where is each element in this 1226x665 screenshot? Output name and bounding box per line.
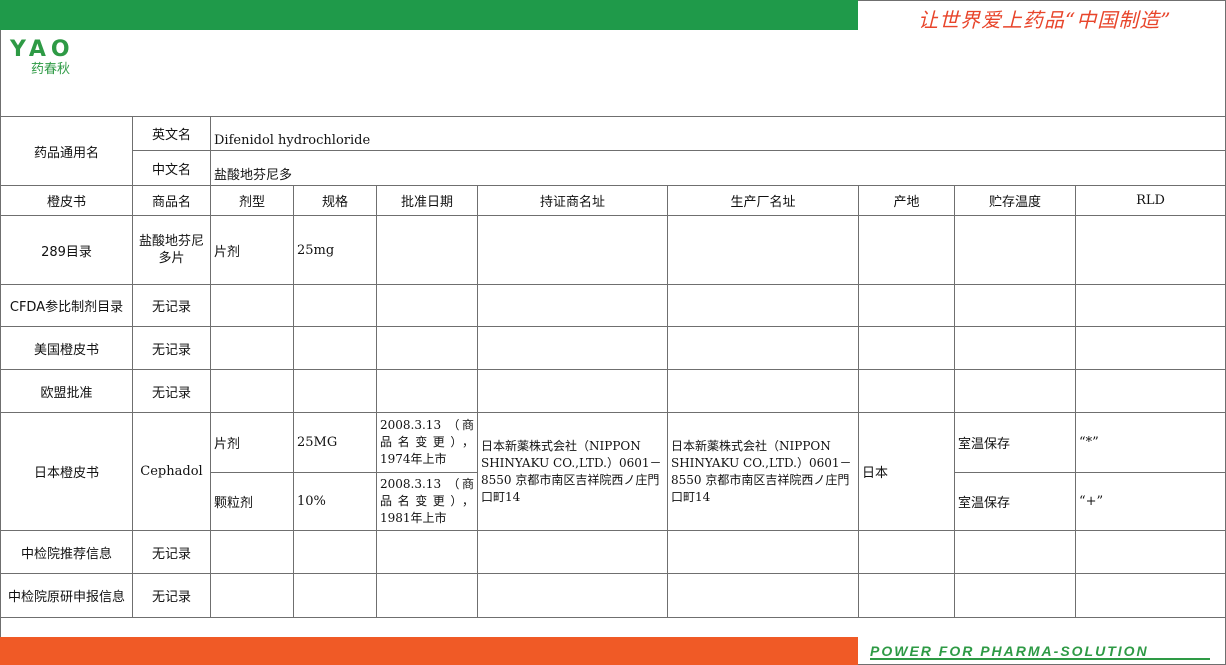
en-name-value: Difenidol hydrochloride	[210, 116, 1226, 151]
yao-logo: YAO 药春秋	[10, 38, 105, 86]
row-trade-name: 无记录	[132, 284, 211, 327]
col-header: 产地	[858, 185, 955, 216]
row-form: 片剂	[210, 412, 294, 473]
header-row: 橙皮书 商品名 剂型 规格 批准日期 持证商名址 生产厂名址 产地 贮存温度 R…	[0, 185, 1226, 216]
en-name-label: 英文名	[132, 116, 211, 151]
row-rld: “+”	[1075, 472, 1226, 531]
table-row: CFDA参比制剂目录 无记录	[0, 284, 1226, 327]
table-row: 中检院推荐信息 无记录	[0, 530, 1226, 574]
col-header: 规格	[293, 185, 377, 216]
top-green-bar	[0, 0, 858, 30]
row-holder-address: 日本新薬株式会社（NIPPON SHINYAKU CO.,LTD.）0601－8…	[477, 412, 668, 531]
col-header: 商品名	[132, 185, 211, 216]
row-source: 289目录	[0, 215, 133, 285]
drug-info-table: 药品通用名 英文名 Difenidol hydrochloride 中文名 盐酸…	[0, 116, 1226, 618]
row-trade-name: 无记录	[132, 530, 211, 574]
header-slogan: 让世界爱上药品“中国制造”	[918, 8, 1172, 32]
col-header: 贮存温度	[954, 185, 1076, 216]
table-row: 日本橙皮书 Cephadol 片剂 25MG 2008.3.13 （商品名变更）…	[0, 412, 1226, 531]
table-row: 欧盟批准 无记录	[0, 369, 1226, 413]
generic-name-label: 药品通用名	[0, 116, 133, 186]
row-approval-date: 2008.3.13 （商品名变更），1974年上市	[376, 412, 478, 473]
table-row: 美国橙皮书 无记录	[0, 326, 1226, 370]
col-header: RLD	[1075, 185, 1226, 216]
col-header: 生产厂名址	[667, 185, 859, 216]
row-source: 中检院原研申报信息	[0, 573, 133, 618]
row-source: 美国橙皮书	[0, 326, 133, 370]
row-source: CFDA参比制剂目录	[0, 284, 133, 327]
row-approval-date: 2008.3.13 （商品名变更），1981年上市	[376, 472, 478, 531]
row-form: 颗粒剂	[210, 472, 294, 531]
cn-name-label: 中文名	[132, 150, 211, 186]
footer-underline	[870, 658, 1210, 660]
row-storage: 室温保存	[954, 412, 1076, 473]
bottom-orange-bar	[0, 637, 858, 665]
row-spec: 25mg	[293, 215, 377, 285]
col-header: 持证商名址	[477, 185, 668, 216]
row-trade-name: 无记录	[132, 326, 211, 370]
col-header: 橙皮书	[0, 185, 133, 216]
logo-cn-text: 药春秋	[31, 62, 71, 77]
table-row: 中检院原研申报信息 无记录	[0, 573, 1226, 618]
col-header: 剂型	[210, 185, 294, 216]
row-rld: “*”	[1075, 412, 1226, 473]
logo-text: YAO	[10, 37, 75, 62]
row-trade-name: Cephadol	[132, 412, 211, 531]
row-storage: 室温保存	[954, 472, 1076, 531]
row-trade-name: 无记录	[132, 573, 211, 618]
table-row: 289目录 盐酸地芬尼多片 片剂 25mg	[0, 215, 1226, 285]
cn-name-value: 盐酸地芬尼多	[210, 150, 1226, 186]
row-source: 中检院推荐信息	[0, 530, 133, 574]
row-source: 日本橙皮书	[0, 412, 133, 531]
row-trade-name: 盐酸地芬尼多片	[132, 215, 211, 285]
row-trade-name: 无记录	[132, 369, 211, 413]
row-source: 欧盟批准	[0, 369, 133, 413]
row-form: 片剂	[210, 215, 294, 285]
col-header: 批准日期	[376, 185, 478, 216]
row-origin: 日本	[858, 412, 955, 531]
row-spec: 25MG	[293, 412, 377, 473]
row-spec: 10%	[293, 472, 377, 531]
footer-slogan: POWER FOR PHARMA-SOLUTION	[870, 643, 1149, 659]
row-maker-address: 日本新薬株式会社（NIPPON SHINYAKU CO.,LTD.）0601－8…	[667, 412, 859, 531]
